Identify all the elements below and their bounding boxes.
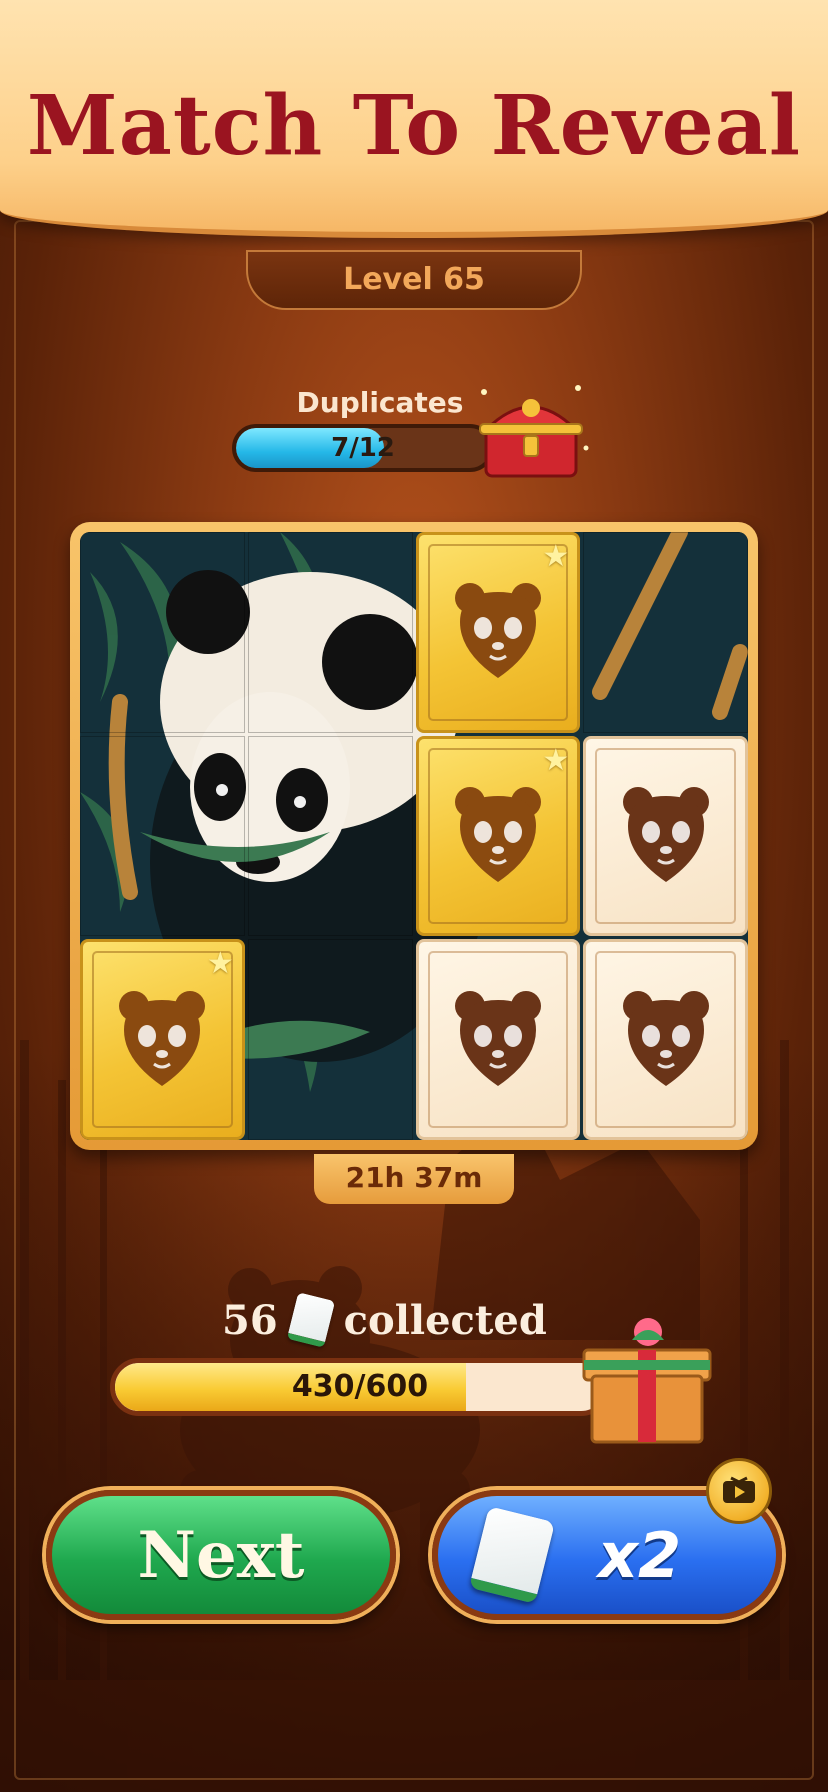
collection-progress-bar: 430/600: [110, 1358, 610, 1416]
board-cell[interactable]: ★: [80, 939, 245, 1140]
gold-tile[interactable]: ★: [80, 939, 245, 1140]
page-title: Match To Reveal: [26, 78, 802, 174]
star-icon: ★: [542, 539, 570, 574]
treasure-chest-icon[interactable]: [466, 378, 596, 488]
gold-tile[interactable]: ★: [415, 532, 581, 733]
panda-face-icon: [622, 990, 709, 1086]
panda-face-icon: [119, 990, 206, 1086]
mahjong-tile-icon: [468, 1506, 556, 1604]
timer-label: 21h 37m: [314, 1154, 514, 1204]
play-video-icon[interactable]: [706, 1458, 772, 1524]
board-cell: [80, 735, 245, 937]
board-cell[interactable]: ★: [415, 735, 581, 937]
board-cell[interactable]: [583, 939, 748, 1140]
reveal-board: ★ ★ ★: [70, 522, 758, 1150]
next-button-label: Next: [137, 1517, 305, 1593]
gold-tile[interactable]: ★: [415, 735, 581, 937]
collection-progress-text: 430/600: [291, 1369, 429, 1404]
star-icon: ★: [206, 946, 234, 982]
board-cell: [583, 532, 748, 733]
duplicates-label: Duplicates: [296, 386, 464, 419]
board-cell: [247, 532, 413, 733]
duplicates-progress-bar: 7/12: [232, 424, 494, 472]
collected-counter: 56 collected: [222, 1292, 547, 1348]
cream-tile[interactable]: [583, 735, 748, 937]
star-icon: ★: [542, 742, 570, 778]
board-cell: [247, 735, 413, 937]
tile-grid: ★ ★ ★: [80, 532, 748, 1140]
panda-face-icon: [622, 786, 709, 882]
level-label: Level 65: [246, 250, 582, 310]
collected-count: 56: [222, 1296, 278, 1344]
cream-tile[interactable]: [415, 939, 581, 1140]
multiplier-label: x2: [598, 1518, 682, 1592]
board-cell[interactable]: [583, 735, 748, 937]
board-cell[interactable]: ★: [415, 532, 581, 733]
cream-tile[interactable]: [583, 939, 748, 1140]
board-cell: [247, 939, 413, 1140]
mahjong-tile-icon: [286, 1292, 335, 1348]
collected-label: collected: [343, 1296, 547, 1344]
duplicates-progress-text: 7/12: [331, 433, 395, 463]
panda-face-icon: [454, 990, 541, 1086]
panda-face-icon: [454, 583, 541, 679]
board-cell[interactable]: [415, 939, 581, 1140]
panda-face-icon: [454, 786, 541, 882]
next-button[interactable]: Next: [46, 1490, 396, 1620]
gift-box-icon[interactable]: [572, 1310, 722, 1450]
board-cell: [80, 532, 245, 733]
